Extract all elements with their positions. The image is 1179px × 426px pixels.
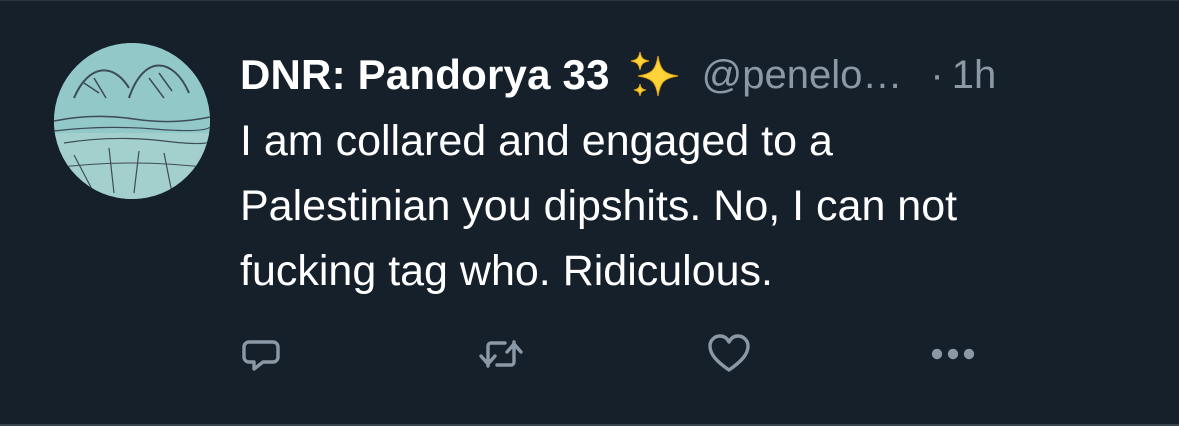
like-button[interactable] xyxy=(704,329,754,379)
user-handle[interactable]: @penelo… xyxy=(702,53,903,98)
action-bar xyxy=(236,329,996,379)
separator-dot: · xyxy=(930,52,944,97)
more-options-button[interactable] xyxy=(928,329,978,379)
avatar-image xyxy=(54,43,210,199)
avatar[interactable] xyxy=(54,43,210,199)
reply-icon xyxy=(242,340,280,371)
retweet-icon xyxy=(479,340,523,368)
tweet-text-line: Palestinian you dipshits. No, I can not xyxy=(240,182,958,230)
sparkles-icon xyxy=(628,48,682,102)
tweet[interactable]: DNR: Pandorya 33 @penelo… · 1h I am coll… xyxy=(0,0,1179,426)
like-icon xyxy=(708,334,750,372)
timestamp[interactable]: 1h xyxy=(952,53,997,98)
more-icon xyxy=(931,348,975,360)
reply-button[interactable] xyxy=(236,329,286,379)
retweet-button[interactable] xyxy=(476,329,526,379)
tweet-text-line: fucking tag who. Ridiculous. xyxy=(240,247,774,295)
tweet-text: I am collared and engaged to a Palestini… xyxy=(240,109,1140,304)
display-name[interactable]: DNR: Pandorya 33 xyxy=(240,51,610,99)
tweet-text-line: I am collared and engaged to a xyxy=(240,117,833,165)
tweet-header: DNR: Pandorya 33 @penelo… · 1h xyxy=(240,47,1140,103)
